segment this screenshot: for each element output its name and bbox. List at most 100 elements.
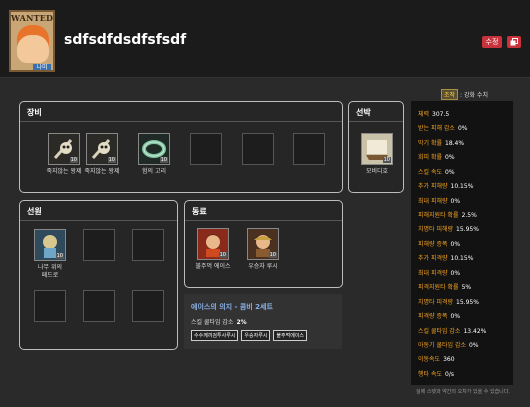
stat-value: 0% [457,125,468,132]
set-bonus-title: 에이스의 의지 - 콤비 2세트 [191,303,273,311]
divider [185,220,342,221]
stat-row: 이동속도 360 [418,354,455,363]
copy-icon [510,38,518,46]
item-level: 10 [218,252,227,258]
companion-item-1[interactable]: 10 [197,228,229,260]
set-bonus-box: 에이스의 의지 - 콤비 2세트 스킬 쿨타임 감소 2% 수수께끼검투사루시 우… [184,294,342,349]
stat-value: 2.5% [461,212,477,219]
equipment-item-1[interactable]: 10 [48,133,80,165]
companion-panel: 동료 10 불주먹 에이스 10 우승자 루시 [184,200,343,288]
stat-value: 0% [450,313,461,320]
item-level: 10 [69,157,78,163]
stat-value: 0% [450,241,461,248]
stat-label: 아동기 쿨타임 감소 [418,342,466,349]
stat-label: 피격량 증폭 [418,313,448,320]
ship-item[interactable]: 10 [361,133,393,165]
empty-slot[interactable] [34,290,66,322]
stat-label: 추가 피격량 [418,255,448,262]
character-header: WANTED 나미 sdfsdfdsdfsfsdf 수정 [0,0,530,78]
stat-row: 받는 피해 감소 0% [418,123,467,132]
stat-row: 최대 피격량 0% [418,268,460,277]
stat-value: 15.95% [456,299,479,306]
stat-value: 0% [468,342,479,349]
stat-label: 피해량 증폭 [418,241,448,248]
set-member-tag: 수수께끼검투사루시 [191,330,239,341]
equipment-item-2[interactable]: 10 [86,133,118,165]
stat-label: 스킬 쿨타임 감소 [418,328,461,335]
stat-label: 피해지원타 확률 [418,212,459,219]
empty-slot[interactable] [293,133,325,165]
stat-value: 13.42% [463,328,487,335]
wanted-poster-text: WANTED [11,13,54,23]
item-level: 10 [107,157,116,163]
enhance-legend-tag: 조작 [441,89,459,100]
stat-label: 받는 피해 감소 [418,125,455,132]
stat-row: 막기 확률 18.4% [418,138,464,147]
empty-slot[interactable] [242,133,274,165]
stat-label: 이동속도 [418,356,441,363]
stat-label: 최대 피격량 [418,270,448,277]
divider [349,121,403,122]
stat-value: 10.15% [450,183,474,190]
stat-label: 치명타 피격량 [418,299,454,306]
item-level: 10 [382,157,391,163]
stat-value: 0/s [445,371,454,378]
equipment-item-3[interactable]: 10 [138,133,170,165]
empty-slot[interactable] [190,133,222,165]
crew-item-label: 나무 위의 페드로 [38,264,62,279]
stats-footnote: 실제 스탯과 약간의 오차가 있을 수 있습니다. [416,389,510,395]
enhance-legend-label: : 강화 수치 [460,92,488,99]
stat-value: 0% [450,198,461,205]
stat-row: 체력 307.5 [418,109,449,118]
crew-item[interactable]: 10 [34,229,66,261]
stat-row: 치명타 피격량 15.95% [418,297,479,306]
stat-label: 추가 피해량 [418,183,448,190]
divider [20,121,342,122]
companion-item-label: 불주먹 에이스 [195,263,231,270]
portrait-name-tag: 나미 [33,64,51,70]
stat-label: 행타 속도 [418,371,442,378]
stat-value: 0% [450,270,461,277]
empty-slot[interactable] [83,229,115,261]
empty-slot[interactable] [132,229,164,261]
set-bonus-effect: 스킬 쿨타임 감소 2% [191,317,247,326]
ship-title: 선박 [356,108,371,117]
stat-label: 최대 피해량 [418,198,448,205]
stat-value: 307.5 [432,111,450,118]
item-level: 10 [159,157,168,163]
character-portrait: WANTED 나미 [9,10,55,72]
stat-value: 360 [443,356,455,363]
stat-value: 15.95% [456,226,479,233]
stat-row: 피격지원타 확률 5% [418,282,471,291]
item-level: 10 [268,252,277,258]
stat-label: 치명타 피해량 [418,226,454,233]
stat-value: 10.15% [450,255,474,262]
companion-item-2[interactable]: 10 [247,228,279,260]
stat-value: 5% [461,284,472,291]
stat-row: 추가 피격량 10.15% [418,253,473,262]
equipment-item-label: 험의 고리 [142,168,166,175]
stat-row: 스킬 속도 0% [418,167,455,176]
set-bonus-members: 수수께끼검투사루시 우승자루시 불주먹에이스 [191,330,308,341]
stats-panel: 체력 307.5 받는 피해 감소 0% 막기 확률 18.4% 회피 확률 0% 스킬… [411,101,513,385]
stat-value: 18.4% [445,140,465,147]
set-member-tag: 우승자루시 [241,330,271,341]
enhance-legend: 조작: 강화 수치 [441,89,488,100]
edit-button[interactable]: 수정 [482,36,502,48]
stat-row: 피해지원타 확률 2.5% [418,210,477,219]
copy-button[interactable] [507,36,521,48]
stat-label: 회피 확률 [418,154,442,161]
nami-face-image [17,25,49,63]
set-member-tag: 불주먹에이스 [273,330,308,341]
stat-label: 체력 [418,111,430,118]
stat-row: 아동기 쿨타임 감소 0% [418,340,479,349]
ship-item-label: 모비디호 [365,168,389,175]
stat-row: 행타 속도 0/s [418,369,454,378]
equipment-panel: 장비 10 죽지않는 왕제 10 죽지않는 왕제 10 험의 고리 [19,101,343,193]
stat-row: 최대 피해량 0% [418,196,460,205]
crew-panel: 선원 10 나무 위의 페드로 [19,200,178,350]
stat-label: 막기 확률 [418,140,442,147]
stat-row: 피격량 증폭 0% [418,311,460,320]
empty-slot[interactable] [132,290,164,322]
empty-slot[interactable] [83,290,115,322]
